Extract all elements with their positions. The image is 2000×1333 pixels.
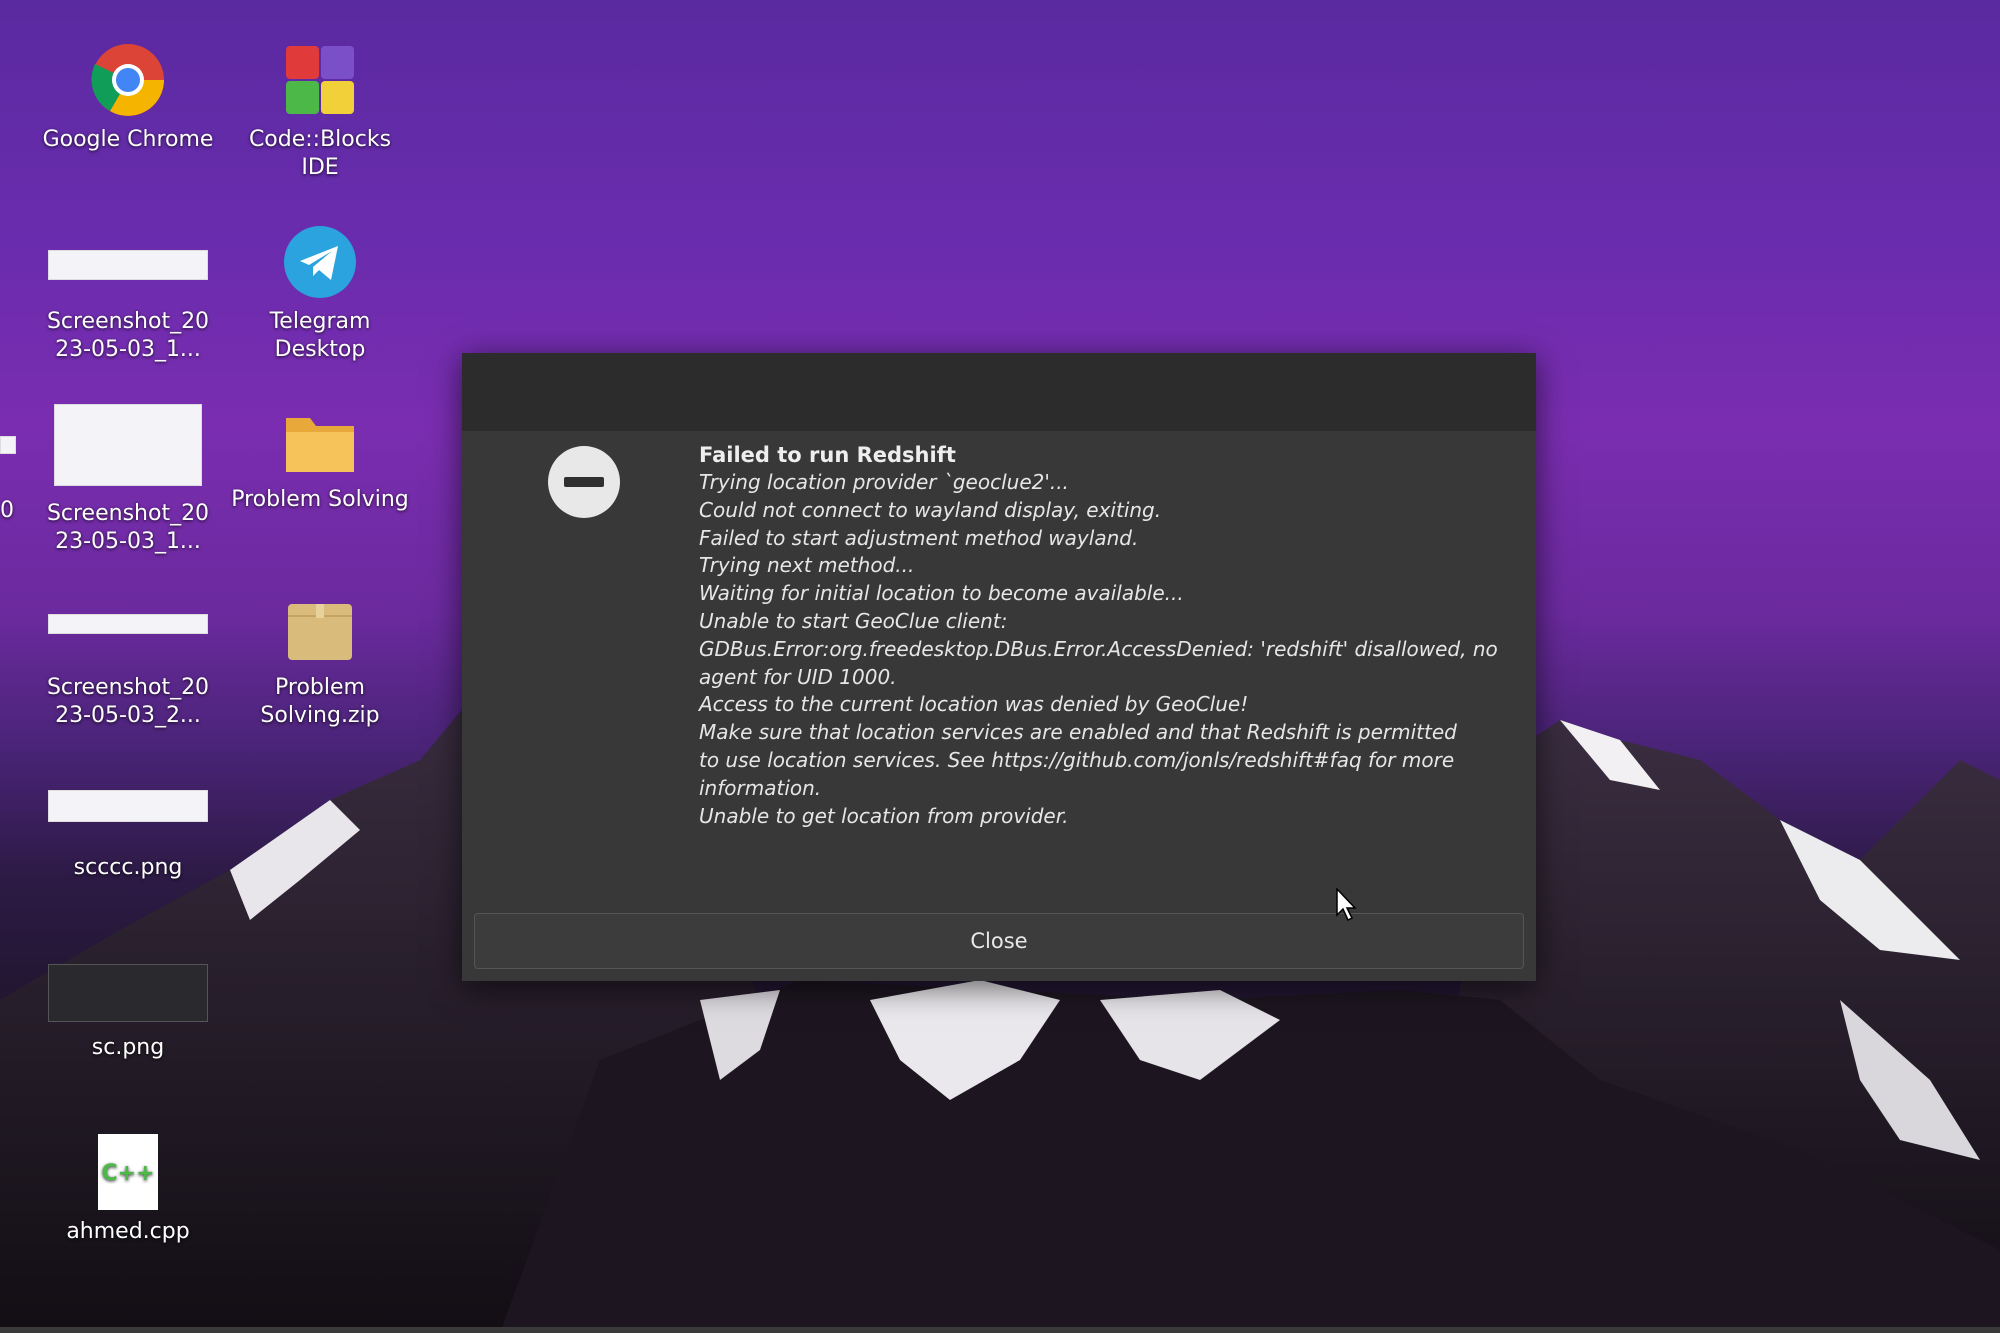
dialog-message-line: to use location services. See https://gi… [699,747,1455,772]
desktop-icon-screenshot-2[interactable]: Screenshot_20 23-05-03_1... [38,404,218,556]
desktop-icon-label: Screenshot_20 23-05-03_1... [46,501,210,554]
desktop-icon-label: ahmed.cpp [66,1219,190,1244]
desktop-icon-screenshot-3[interactable]: Screenshot_20 23-05-03_2... [38,614,218,730]
desktop-icon-scccc[interactable]: scccc.png [38,790,218,882]
desktop-icon-codeblocks[interactable]: Code::Blocks IDE [230,42,410,182]
desktop-icon-label: Telegram Desktop [269,309,371,362]
dialog-message-line: Unable to start GeoClue client: [699,608,1008,633]
dialog-message-line: GDBus.Error:org.freedesktop.DBus.Error.A… [699,636,1498,661]
desktop-icon-google-chrome[interactable]: Google Chrome [38,42,218,154]
partial-offscreen-thumbnail [0,436,16,454]
chrome-icon [91,44,164,116]
dialog-message-line: Could not connect to wayland display, ex… [699,497,1162,522]
archive-icon [288,604,352,660]
desktop-icon-telegram[interactable]: Telegram Desktop [230,224,410,364]
dialog-message-line: Waiting for initial location to become a… [699,581,1184,606]
dialog-message-line: agent for UID 1000. [699,664,897,689]
desktop-icon-problem-solving[interactable]: Problem Solving [230,408,410,514]
image-thumbnail-icon [54,404,202,486]
dialog-message-line: Make sure that location services are ena… [699,720,1457,745]
desktop-icon-label: Problem Solving.zip [260,675,380,728]
dialog-message-line: Trying next method... [699,553,915,578]
desktop-icon-label: scccc.png [73,855,183,880]
desktop-icon-ahmed-cpp[interactable]: C++ ahmed.cpp [38,1134,218,1246]
image-thumbnail-icon [48,964,208,1022]
folder-icon [286,418,354,472]
partial-offscreen-icon-label: 0 [0,498,14,523]
telegram-icon [284,226,356,298]
dialog-message-line: Unable to get location from provider. [699,803,1069,828]
dialog-message-line: Trying location provider `geoclue2'... [699,470,1069,494]
desktop-icon-label: sc.png [91,1035,165,1060]
desktop-icon-label: Problem Solving [231,487,409,512]
image-thumbnail-icon [48,614,208,634]
dialog-message-line: Failed to start adjustment method waylan… [699,525,1139,550]
cpp-file-icon: C++ [98,1134,158,1210]
dialog-body: Failed to run Redshift Trying location p… [699,441,1499,830]
desktop-icon-label: Screenshot_20 23-05-03_1... [46,309,210,362]
codeblocks-icon [286,46,354,114]
desktop-icon-problem-solving-zip[interactable]: Problem Solving.zip [230,596,410,730]
desktop-icon-label: Code::Blocks IDE [248,127,392,180]
dialog-message-line: Access to the current location was denie… [699,692,1249,717]
close-button[interactable]: Close [474,913,1524,969]
desktop-icon-sc[interactable]: sc.png [38,964,218,1062]
desktop-icon-label: Google Chrome [42,127,214,152]
error-dialog: Failed to run Redshift Trying location p… [462,353,1536,981]
image-thumbnail-icon [48,250,208,280]
mouse-cursor-icon [1336,888,1357,922]
dialog-title: Failed to run Redshift [699,443,956,467]
dialog-message-line: information. [699,775,822,800]
dialog-header [462,353,1536,431]
taskbar-edge [0,1327,2000,1333]
desktop-icon-screenshot-1[interactable]: Screenshot_20 23-05-03_1... [38,240,218,364]
desktop-icon-label: Screenshot_20 23-05-03_2... [46,675,210,728]
svg-text:C++: C++ [101,1161,154,1186]
image-thumbnail-icon [48,790,208,822]
error-stop-icon [548,446,620,518]
